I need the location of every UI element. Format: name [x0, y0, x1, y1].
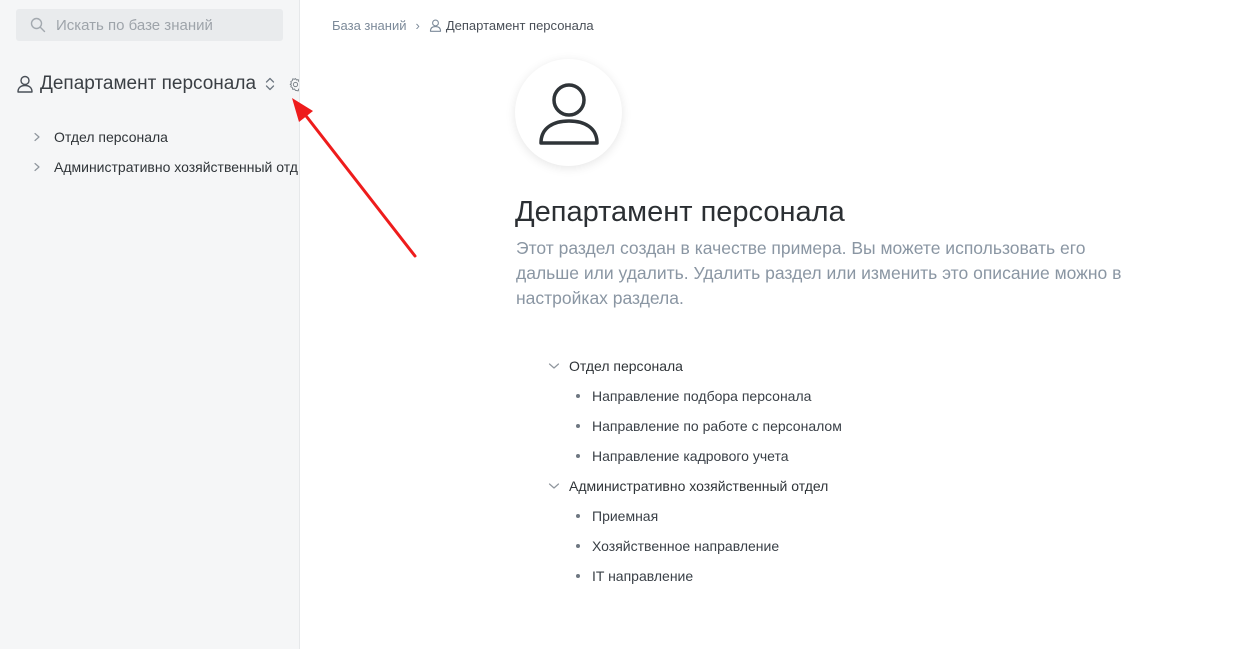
switch-icon[interactable]	[264, 76, 276, 92]
bullet-icon	[576, 544, 580, 548]
space-avatar	[515, 59, 622, 166]
user-icon	[429, 19, 442, 32]
bullet-icon	[576, 454, 580, 458]
content-group-label: Административно хозяйственный отдел	[569, 478, 829, 494]
chevron-right-icon[interactable]	[32, 162, 42, 172]
search-box[interactable]	[16, 9, 283, 41]
sidebar-item-label: Отдел персонала	[54, 129, 168, 145]
list-item-label: Направление по работе с персоналом	[592, 418, 842, 434]
chevron-down-icon[interactable]	[548, 361, 560, 371]
bullet-icon	[576, 424, 580, 428]
sidebar-item-label: Административно хозяйственный отд	[54, 159, 298, 175]
list-item[interactable]: Хозяйственное направление	[548, 531, 1048, 561]
app-window: Департамент персонала	[0, 0, 1237, 649]
sidebar-item-admin-department[interactable]: Административно хозяйственный отд	[32, 152, 299, 182]
sidebar-item-hr-department[interactable]: Отдел персонала	[32, 122, 299, 152]
content-group-label: Отдел персонала	[569, 358, 683, 374]
main-content: База знаний › Департамент персонала Депа…	[300, 0, 1237, 649]
sidebar: Департамент персонала	[0, 0, 300, 649]
content-group-hr-department[interactable]: Отдел персонала	[548, 351, 1048, 381]
list-item[interactable]: Направление кадрового учета	[548, 441, 1048, 471]
content-tree: Отдел персонала Направление подбора перс…	[548, 351, 1048, 591]
bullet-icon	[576, 514, 580, 518]
list-item-label: Направление кадрового учета	[592, 448, 789, 464]
breadcrumb-current: Департамент персонала	[445, 17, 594, 33]
list-item-label: Направление подбора персонала	[592, 388, 812, 404]
list-item-label: Приемная	[592, 508, 659, 524]
list-item[interactable]: Направление подбора персонала	[548, 381, 1048, 411]
page-description: Этот раздел создан в качестве примера. В…	[516, 238, 1122, 308]
list-item-label: IT направление	[592, 568, 694, 584]
space-title[interactable]: Департамент персонала	[40, 73, 256, 95]
list-item-label: Хозяйственное направление	[592, 538, 780, 554]
bullet-icon	[576, 574, 580, 578]
page-title: Департамент персонала	[515, 196, 845, 228]
search-icon	[30, 17, 46, 33]
breadcrumb-root-link[interactable]: База знаний	[332, 18, 407, 33]
search-input[interactable]	[54, 15, 264, 35]
list-item[interactable]: IT направление	[548, 561, 1048, 591]
bullet-icon	[576, 394, 580, 398]
chevron-down-icon[interactable]	[548, 481, 560, 491]
space-header: Департамент персонала	[16, 70, 299, 98]
chevron-right-icon[interactable]	[32, 132, 42, 142]
user-icon	[16, 75, 34, 93]
breadcrumb: База знаний › Департамент персонала	[332, 16, 594, 34]
content-group-admin-department[interactable]: Административно хозяйственный отдел	[548, 471, 1048, 501]
list-item[interactable]: Приемная	[548, 501, 1048, 531]
list-item[interactable]: Направление по работе с персоналом	[548, 411, 1048, 441]
sidebar-tree: Отдел персонала Административно хозяйств…	[32, 122, 299, 182]
user-icon	[538, 82, 599, 145]
gear-icon[interactable]	[288, 77, 299, 92]
breadcrumb-separator: ›	[415, 17, 420, 33]
